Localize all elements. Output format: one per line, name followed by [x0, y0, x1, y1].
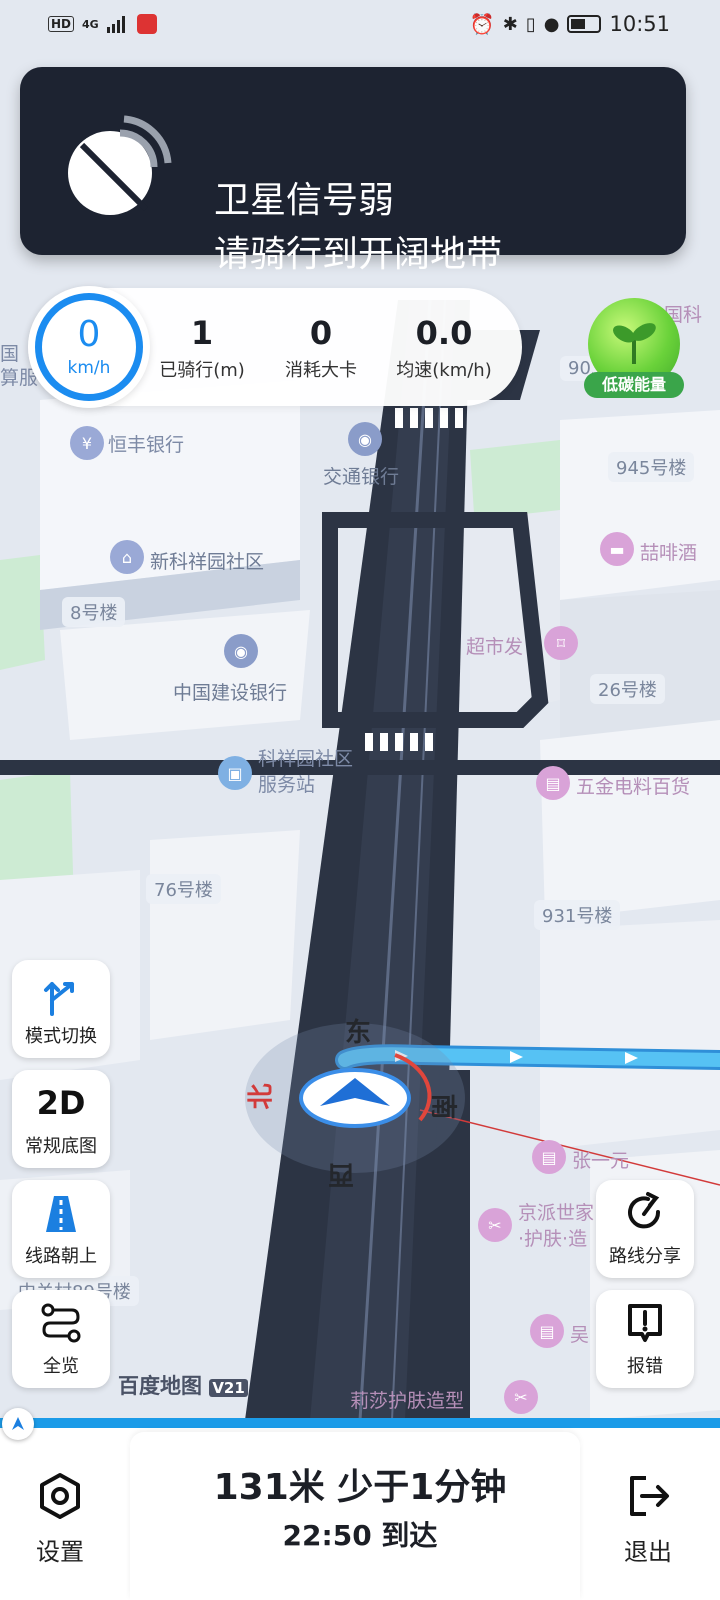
report-error-label: 报错 — [627, 1356, 663, 1377]
stat-value: 1 — [190, 314, 214, 352]
report-icon — [596, 1300, 694, 1346]
signal-icon — [106, 16, 125, 33]
stat-label: 均速(km/h) — [396, 360, 492, 381]
poi-label[interactable]: 吴 — [570, 1320, 589, 1347]
eco-label: 低碳能量 — [584, 372, 684, 398]
stat-calories: 0 消耗大卡 — [276, 314, 366, 382]
route-split-icon — [12, 970, 110, 1016]
exit-icon — [630, 1476, 669, 1516]
vibrate-icon: ▯ — [525, 13, 536, 35]
app-notification-icon — [136, 14, 157, 34]
building-tag: 931号楼 — [534, 900, 621, 930]
status-bar: HD 4G ⏰ ✱ ▯ ● 10:51 — [0, 0, 720, 48]
report-error-button[interactable]: 报错 — [596, 1290, 694, 1388]
poi-label[interactable]: 科祥园社区 服务站 — [258, 746, 353, 798]
settings-button[interactable]: 设置 — [10, 1448, 110, 1568]
map-watermark: 百度地图 V21 — [118, 1370, 248, 1400]
ride-stats-panel: 0 km/h 1 已骑行(m) 0 消耗大卡 0.0 均速(km/h) — [28, 286, 522, 408]
banner-title: 卫星信号弱 — [214, 180, 395, 221]
stat-value: 0.0 — [415, 314, 473, 352]
hotel-poi-icon: ▬ — [600, 532, 634, 566]
stat-distance: 1 已骑行(m) — [152, 314, 252, 382]
bank-poi-icon: ◉ — [348, 422, 382, 456]
speed-unit: km/h — [67, 358, 111, 378]
shop-poi-icon: ▤ — [536, 766, 570, 800]
compass-south: 南 — [427, 1093, 458, 1120]
building-tag: 945号楼 — [608, 452, 695, 482]
map-2d-text: 2D — [36, 1084, 86, 1122]
low-carbon-energy-button[interactable]: 低碳能量 — [584, 298, 684, 402]
exit-label: 退出 — [624, 1538, 672, 1566]
compass-north: 北 — [246, 1083, 277, 1110]
poi-label[interactable]: 五金电料百货 — [576, 772, 690, 799]
shop-poi-icon: ▤ — [532, 1140, 566, 1174]
bank-poi-icon: ¥ — [70, 426, 104, 460]
bank-poi-icon: ◉ — [224, 634, 258, 668]
mode-switch-button[interactable]: 模式切换 — [12, 960, 110, 1058]
route-up-label: 线路朝上 — [25, 1246, 97, 1267]
mode-switch-label: 模式切换 — [25, 1026, 97, 1047]
clock: 10:51 — [609, 12, 670, 36]
gear-icon — [40, 1473, 80, 1519]
poi-label[interactable]: 莉莎护肤造型 — [350, 1386, 464, 1413]
progress-knob[interactable] — [2, 1408, 34, 1440]
poi-label[interactable]: 超市发 — [466, 632, 523, 659]
map-2d-icon: 2D — [12, 1080, 110, 1126]
bottom-nav-panel: 131米 少于1分钟 22:50 到达 设置 退出 — [0, 1428, 720, 1600]
navigation-arrow-icon — [12, 1417, 24, 1430]
alarm-icon: ⏰ — [469, 12, 495, 36]
stat-label: 消耗大卡 — [285, 360, 357, 381]
compass-east: 东 — [345, 1018, 372, 1048]
poi-label[interactable]: 喆啡酒 — [640, 538, 697, 565]
stat-label: 已骑行(m) — [159, 360, 245, 381]
building-tag: 26号楼 — [590, 674, 665, 704]
shop-poi-icon: ▤ — [530, 1314, 564, 1348]
map-2d-label: 常规底图 — [25, 1136, 97, 1157]
service-poi-icon: ▣ — [218, 756, 252, 790]
building-tag: 8号楼 — [62, 597, 126, 627]
route-progress-bar — [0, 1418, 720, 1428]
poi-label[interactable]: 恒丰银行 — [108, 430, 184, 457]
location-icon: ● — [543, 13, 560, 35]
settings-label: 设置 — [36, 1538, 84, 1566]
building-tag: 76号楼 — [146, 874, 221, 904]
stat-avg-speed: 0.0 均速(km/h) — [386, 314, 502, 382]
route-share-button[interactable]: 路线分享 — [596, 1180, 694, 1278]
community-poi-icon: ⌂ — [110, 540, 144, 574]
poi-label[interactable]: 中国建设银行 — [173, 678, 287, 705]
watermark-text: 百度地图 — [118, 1374, 202, 1398]
network-badge: 4G — [82, 17, 99, 31]
battery-icon — [567, 15, 602, 33]
poi-label[interactable]: 张一元 — [572, 1146, 629, 1173]
route-up-button[interactable]: 线路朝上 — [12, 1180, 110, 1278]
road-up-icon — [12, 1190, 110, 1236]
overview-label: 全览 — [43, 1356, 79, 1377]
map-2d-button[interactable]: 2D 常规底图 — [12, 1070, 110, 1168]
banner-subtitle: 请骑行到开阔地带 — [214, 234, 503, 275]
compass-west: 西 — [328, 1159, 355, 1189]
satellite-icon — [68, 115, 172, 215]
stat-value: 0 — [309, 314, 333, 352]
speedometer: 0 km/h — [28, 286, 150, 408]
overview-route-icon — [12, 1300, 110, 1346]
shopping-cart-icon: ⌑ — [544, 626, 578, 660]
watermark-version: V21 — [209, 1379, 248, 1397]
bluetooth-icon: ✱ — [502, 13, 518, 35]
poi-label[interactable]: 交通银行 — [323, 462, 399, 489]
poi-label[interactable]: 京派世家 ·护肤·造 — [518, 1200, 594, 1252]
salon-poi-icon: ✂ — [504, 1380, 538, 1414]
speed-value: 0 — [77, 314, 101, 355]
share-icon — [596, 1190, 694, 1236]
poi-label[interactable]: 新科祥园社区 — [150, 547, 264, 574]
network-badge: HD — [48, 16, 75, 32]
route-share-label: 路线分享 — [609, 1246, 681, 1267]
salon-poi-icon: ✂ — [478, 1208, 512, 1242]
overview-button[interactable]: 全览 — [12, 1290, 110, 1388]
weak-gps-banner[interactable]: 卫星信号弱 请骑行到开阔地带 — [20, 67, 686, 275]
exit-button[interactable]: 退出 — [598, 1448, 698, 1568]
